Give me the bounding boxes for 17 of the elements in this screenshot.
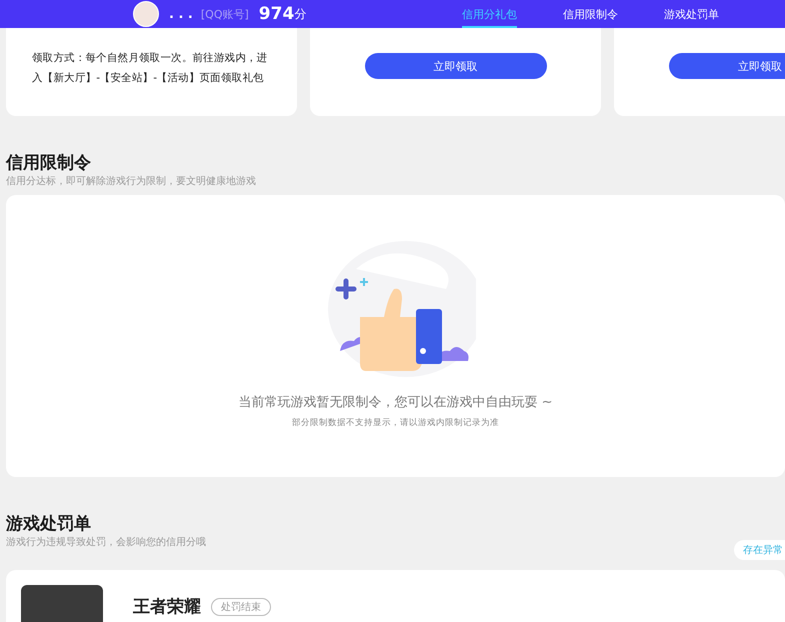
status-badge: 处罚结束: [211, 598, 271, 616]
empty-message: 当前常玩游戏暂无限制令，您可以在游戏中自由玩耍 ~: [238, 394, 553, 411]
nav-tab[interactable]: 游戏处罚单: [664, 0, 719, 28]
score-unit: 分: [294, 6, 306, 22]
game-title: 王者荣耀: [133, 596, 201, 619]
section-title: 游戏处罚单: [6, 513, 92, 535]
nav-tab[interactable]: 信用限制令: [563, 0, 618, 28]
section-subtitle: 游戏行为违规导致处罚，会影响您的信用分哦: [6, 536, 206, 550]
section-subtitle: 信用分达标，即可解除游戏行为限制，要文明健康地游戏: [6, 175, 257, 189]
credit-score: 974: [258, 4, 294, 24]
claim-button[interactable]: 立即领取: [364, 53, 546, 79]
claim-instructions: 领取方式：每个自然月领取一次。前往游戏内，进入【新大厅】-【安全站】-【活动】页面领取礼包: [31, 51, 268, 86]
claim-button[interactable]: 立即领取: [669, 53, 785, 79]
account-type: [QQ账号]: [200, 6, 249, 22]
section-title: 信用限制令: [6, 152, 92, 174]
nickname: . . .: [169, 6, 193, 22]
restriction-note: 部分限制数据不支持显示，请以游戏内限制记录为准: [292, 417, 499, 429]
